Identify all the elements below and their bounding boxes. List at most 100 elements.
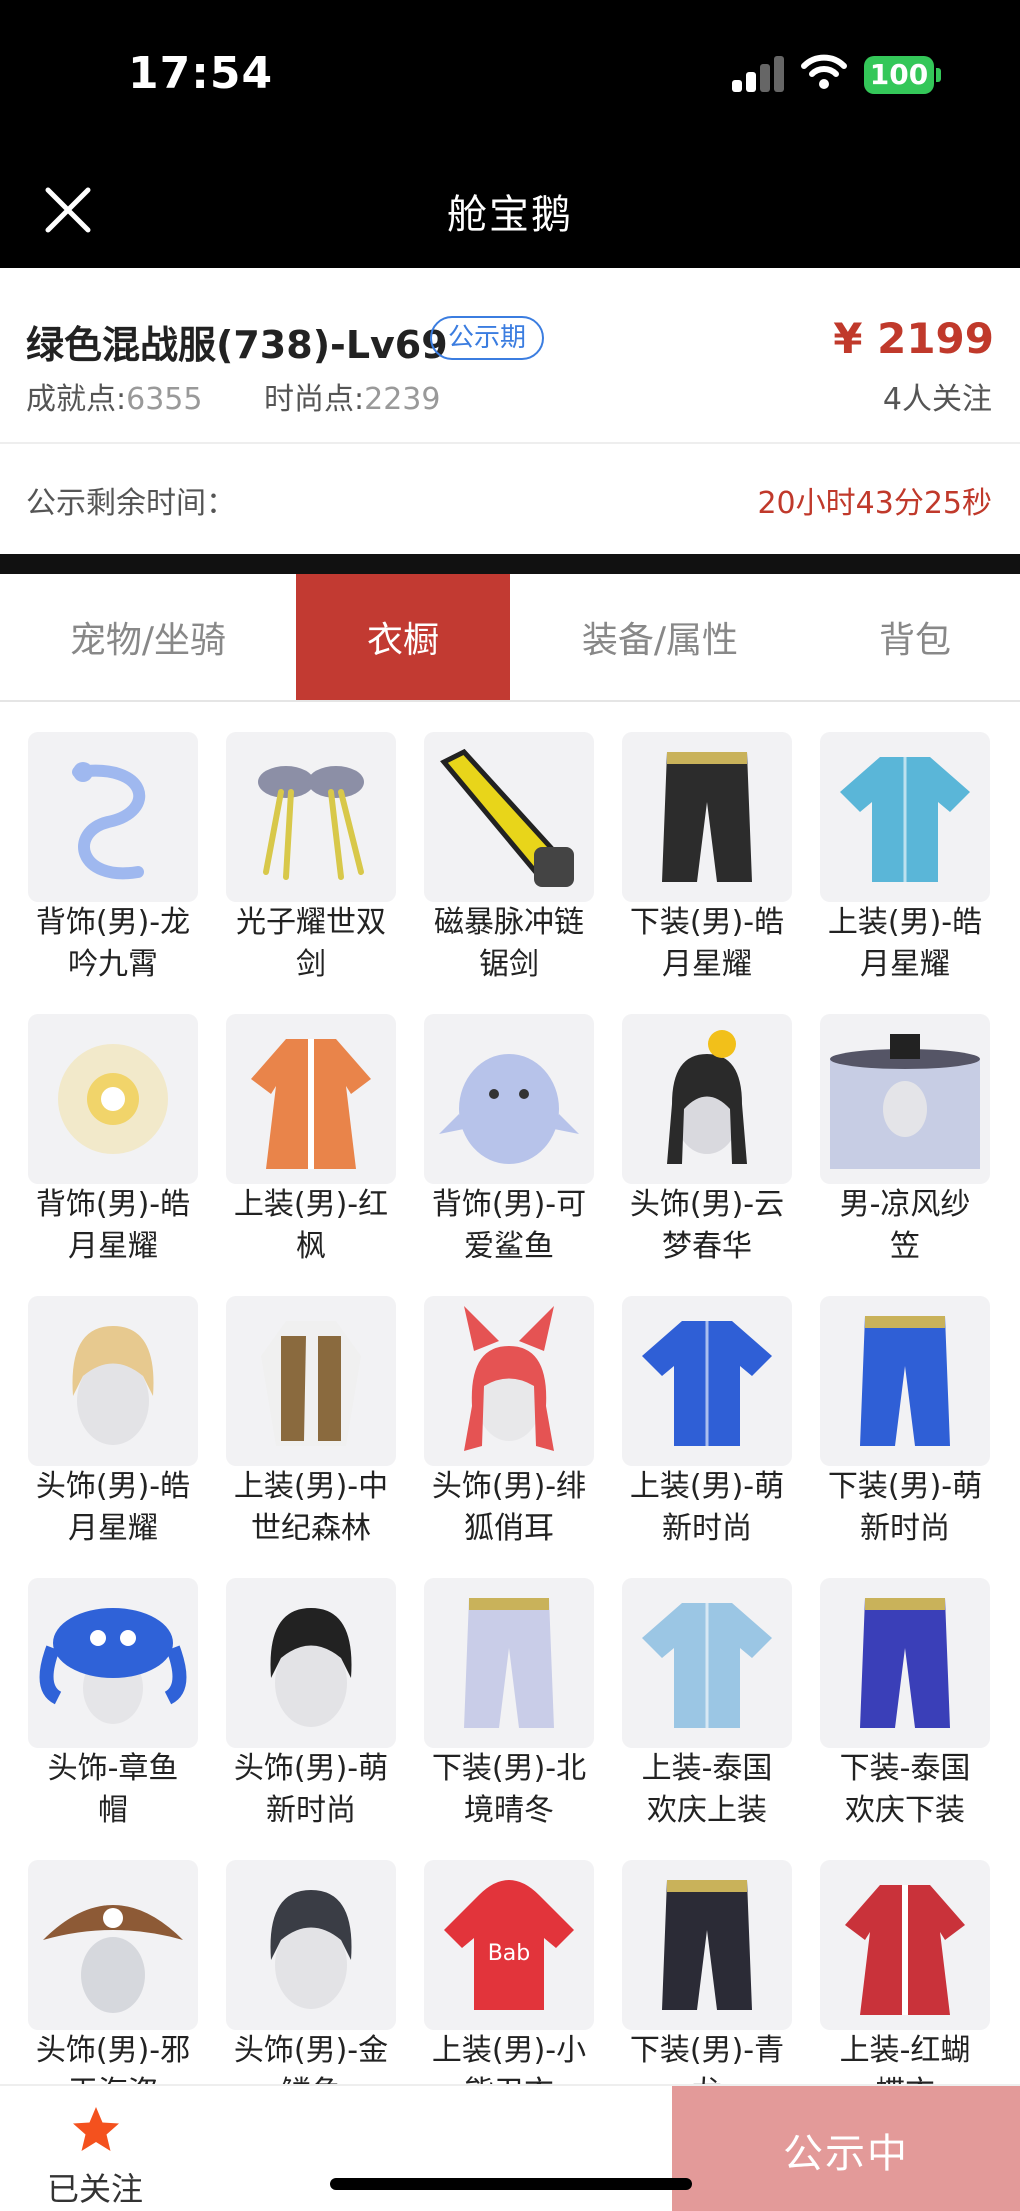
- item-thumbnail: [622, 732, 792, 902]
- wardrobe-item[interactable]: 下装-泰国 欢庆下装: [820, 1550, 1018, 1832]
- follow-label: 已关注: [46, 2170, 143, 2208]
- wardrobe-item[interactable]: 背饰(男)-龙 吟九霄: [28, 704, 226, 986]
- item-thumbnail: [28, 1014, 198, 1184]
- item-thumbnail: [622, 1578, 792, 1748]
- item-name-line1: 光子耀世双: [236, 905, 386, 940]
- item-thumbnail: [820, 732, 990, 902]
- wardrobe-item[interactable]: 下装(男)-萌 新时尚: [820, 1268, 1018, 1550]
- achievement-label: 成就点:: [26, 382, 127, 417]
- tab-wardrobe[interactable]: 衣橱: [296, 574, 510, 700]
- tab-backpack[interactable]: 背包: [810, 574, 1020, 700]
- item-name: 上装(男)-小熊卫衣: [424, 2030, 594, 2084]
- wardrobe-item[interactable]: 下装(男)-青龙: [622, 1832, 820, 2084]
- wardrobe-item[interactable]: 头饰(男)-萌 新时尚: [226, 1550, 424, 1832]
- item-name-line2: 龙: [622, 2072, 792, 2084]
- item-thumbnail: [424, 1014, 594, 1184]
- item-thumbnail: [622, 1014, 792, 1184]
- wardrobe-item[interactable]: 头饰(男)-金鳞角: [226, 1832, 424, 2084]
- publicity-status-button[interactable]: 公示中: [672, 2086, 1020, 2211]
- item-name-line1: 上装(男)-皓: [827, 905, 983, 940]
- wardrobe-item[interactable]: 头饰-章鱼帽: [28, 1550, 226, 1832]
- item-thumbnail: [226, 1578, 396, 1748]
- wardrobe-item[interactable]: 上装-泰国欢庆上装: [622, 1550, 820, 1832]
- chainsaw-sword-icon: [440, 748, 574, 887]
- wardrobe-item[interactable]: 下装(男)-北 境晴冬: [424, 1550, 622, 1832]
- follow-button[interactable]: 已关注: [0, 2086, 190, 2211]
- wardrobe-item[interactable]: 磁暴脉冲链 锯剑: [424, 704, 622, 986]
- wardrobe-item[interactable]: 背饰(男)-皓 月星耀: [28, 986, 226, 1268]
- item-name-line2: 狐俏耳: [464, 1511, 554, 1546]
- wardrobe-item[interactable]: 上装(男)-萌 新时尚: [622, 1268, 820, 1550]
- item-name-line2: 王海盗: [28, 2072, 198, 2084]
- wardrobe-grid: 背饰(男)-龙 吟九霄 光子耀世双剑磁暴脉冲链 锯剑 下装(男)-皓 月星耀 上装(男)-皓…: [0, 704, 1020, 2084]
- pants-icon: [464, 1598, 554, 1728]
- item-name: 背饰(男)-龙 吟九霄: [28, 902, 198, 986]
- item-name: 头饰(男)-皓 月星耀: [28, 1466, 198, 1550]
- item-name-line2: 欢庆上装: [647, 1793, 767, 1828]
- page-title: 舱宝鹅: [447, 192, 573, 238]
- remaining-time-label: 公示剩余时间：: [26, 486, 236, 521]
- pants-icon: [662, 752, 752, 882]
- item-name-line1: 头饰(男)-萌: [233, 1751, 389, 1786]
- item-name-line1: 背饰(男)-皓: [35, 1187, 191, 1222]
- item-name: 上装-泰国欢庆上装: [622, 1748, 792, 1832]
- item-name: 上装-红蝴蝶衣: [820, 2030, 990, 2084]
- fashion-value: 2239: [364, 382, 441, 417]
- wardrobe-item[interactable]: 下装(男)-皓 月星耀: [622, 704, 820, 986]
- item-name-line2: 熊卫衣: [424, 2072, 594, 2084]
- pants-icon: [662, 1880, 752, 2010]
- wardrobe-item[interactable]: 上装(男)-红枫: [226, 986, 424, 1268]
- wardrobe-item[interactable]: 上装(男)-中 世纪森林: [226, 1268, 424, 1550]
- dragon-icon: [72, 762, 146, 880]
- wardrobe-item[interactable]: 上装-红蝴蝶衣: [820, 1832, 1018, 2084]
- wardrobe-item[interactable]: Bab 上装(男)-小熊卫衣: [424, 1832, 622, 2084]
- veil-hat-icon: [830, 1034, 980, 1169]
- wardrobe-item[interactable]: 上装(男)-皓 月星耀: [820, 704, 1018, 986]
- item-thumbnail: [820, 1860, 990, 2030]
- item-name-line2: 欢庆下装: [845, 1793, 965, 1828]
- hoodie-icon: Bab: [444, 1880, 574, 2010]
- tab-equipment[interactable]: 装备/属性: [510, 574, 810, 700]
- item-thumbnail: [226, 732, 396, 902]
- tab-bar: 宠物/坐骑 衣橱 装备/属性 背包: [0, 574, 1020, 702]
- item-info: 绿色混战服(738)-Lv69 公示期 ¥ 2199 4人关注 成就点:6355…: [0, 268, 1020, 554]
- octopus-hat-icon: [39, 1608, 187, 1724]
- item-name-line1: 男-凉风纱: [839, 1187, 971, 1222]
- item-name-line1: 背饰(男)-龙: [35, 905, 191, 940]
- item-name-line1: 磁暴脉冲链: [434, 905, 584, 940]
- price: ¥ 2199: [833, 314, 994, 363]
- item-name-line2: 笠: [890, 1229, 920, 1264]
- achievement-points: 成就点:6355: [26, 374, 202, 418]
- item-name-line2: 月星耀: [860, 947, 950, 982]
- item-name: 上装(男)-萌 新时尚: [622, 1466, 792, 1550]
- wardrobe-item[interactable]: 光子耀世双剑: [226, 704, 424, 986]
- hair-icon: [270, 1608, 352, 1727]
- battery-icon: 100: [864, 56, 934, 94]
- wardrobe-item[interactable]: 男-凉风纱笠: [820, 986, 1018, 1268]
- wardrobe-item[interactable]: 头饰(男)-云 梦春华: [622, 986, 820, 1268]
- tab-pets-mounts[interactable]: 宠物/坐骑: [0, 574, 296, 700]
- item-name-line1: 下装(男)-皓: [629, 905, 785, 940]
- hair-icon: [72, 1326, 154, 1445]
- item-thumbnail: [28, 732, 198, 902]
- item-name: 下装(男)-萌 新时尚: [820, 1466, 990, 1550]
- item-thumbnail: [820, 1296, 990, 1466]
- item-name-line2: 剑: [296, 947, 326, 982]
- wardrobe-item[interactable]: 背饰(男)-可 爱鲨鱼: [424, 986, 622, 1268]
- pants-icon: [860, 1598, 950, 1728]
- item-name-line1: 下装(男)-青: [629, 2033, 785, 2068]
- item-name-line1: 下装(男)-北: [431, 1751, 587, 1786]
- item-name-line1: 上装-泰国: [641, 1751, 773, 1786]
- item-name-line2: 吟九霄: [68, 947, 158, 982]
- wardrobe-item[interactable]: 头饰(男)-绯 狐俏耳: [424, 1268, 622, 1550]
- wardrobe-item[interactable]: 头饰(男)-皓 月星耀: [28, 1268, 226, 1550]
- item-name-line1: 头饰(男)-金: [233, 2033, 389, 2068]
- wardrobe-item[interactable]: 头饰(男)-邪王海盗: [28, 1832, 226, 2084]
- item-name-line2: 月星耀: [68, 1229, 158, 1264]
- battery-tip: [936, 68, 941, 82]
- item-name: 头饰(男)-萌 新时尚: [226, 1748, 396, 1832]
- item-name: 头饰(男)-云 梦春华: [622, 1184, 792, 1268]
- item-name: 磁暴脉冲链 锯剑: [424, 902, 594, 986]
- item-thumbnail: [424, 732, 594, 902]
- achievement-value: 6355: [126, 382, 203, 417]
